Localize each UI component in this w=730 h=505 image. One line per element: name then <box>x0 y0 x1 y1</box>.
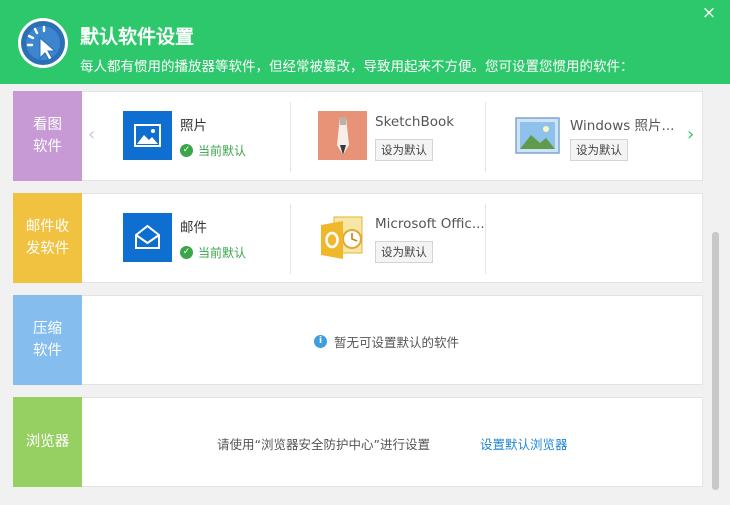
app-name: Windows 照片... <box>570 118 675 134</box>
current-default-status: ✓ 当前默认 <box>180 244 246 261</box>
app-name: 邮件 <box>180 220 207 236</box>
page-subtitle: 每人都有惯用的播放器等软件，但经常被篡改，导致用起来不方便。您可设置您惯用的软件… <box>80 59 634 75</box>
row-image-viewer: 看图 软件 ‹ 照片 ✓ 当前默认 SketchBook 设为默认 Window… <box>13 91 703 181</box>
mail-icon <box>123 213 172 262</box>
scrollbar-thumb[interactable] <box>712 232 719 490</box>
check-icon: ✓ <box>180 144 193 157</box>
app-card-windows-photo-viewer[interactable]: Windows 照片... 设为默认 <box>486 92 681 180</box>
windows-photo-viewer-icon <box>513 111 562 160</box>
chevron-right-icon[interactable]: › <box>687 124 694 146</box>
app-card-mail[interactable]: 邮件 ✓ 当前默认 <box>96 194 291 282</box>
sketchbook-icon <box>318 111 367 160</box>
set-default-button[interactable]: 设为默认 <box>375 139 433 161</box>
row-compression: 压缩 软件 i 暂无可设置默认的软件 <box>13 295 703 385</box>
category-browser: 浏览器 <box>13 397 82 487</box>
app-name: 照片 <box>180 118 207 134</box>
set-default-browser-link[interactable]: 设置默认浏览器 <box>480 434 568 453</box>
set-default-button[interactable]: 设为默认 <box>570 139 628 161</box>
app-card-photos[interactable]: 照片 ✓ 当前默认 <box>96 92 291 180</box>
chevron-left-icon[interactable]: ‹ <box>88 124 95 146</box>
row-mail-client: 邮件收 发软件 邮件 ✓ 当前默认 Microsoft Offic... 设为默… <box>13 193 703 283</box>
page-title: 默认软件设置 <box>80 26 195 48</box>
app-logo-icon <box>18 18 68 68</box>
info-icon: i <box>314 335 327 348</box>
outlook-icon <box>318 213 367 262</box>
no-software-notice: i 暂无可设置默认的软件 <box>314 332 459 351</box>
category-compression: 压缩 软件 <box>13 295 82 385</box>
check-icon: ✓ <box>180 246 193 259</box>
set-default-button[interactable]: 设为默认 <box>375 241 433 263</box>
settings-content: 看图 软件 ‹ 照片 ✓ 当前默认 SketchBook 设为默认 Window… <box>0 84 730 505</box>
header-bar: 默认软件设置 每人都有惯用的播放器等软件，但经常被篡改，导致用起来不方便。您可设… <box>0 0 730 84</box>
app-name: Microsoft Offic... <box>375 216 485 232</box>
close-button[interactable]: × <box>700 4 718 22</box>
category-mail-client: 邮件收 发软件 <box>13 193 82 283</box>
browser-hint-text: 请使用“浏览器安全防护中心”进行设置 <box>217 437 430 452</box>
status-label: 当前默认 <box>198 144 247 158</box>
status-label: 当前默认 <box>198 246 247 260</box>
row-browser: 浏览器 请使用“浏览器安全防护中心”进行设置 设置默认浏览器 <box>13 397 703 487</box>
notice-text: 暂无可设置默认的软件 <box>334 335 460 350</box>
app-card-outlook[interactable]: Microsoft Offic... 设为默认 <box>291 194 486 282</box>
app-card-sketchbook[interactable]: SketchBook 设为默认 <box>291 92 486 180</box>
category-image-viewer: 看图 软件 <box>13 91 82 181</box>
app-name: SketchBook <box>375 114 455 130</box>
current-default-status: ✓ 当前默认 <box>180 142 246 159</box>
photos-icon <box>123 111 172 160</box>
